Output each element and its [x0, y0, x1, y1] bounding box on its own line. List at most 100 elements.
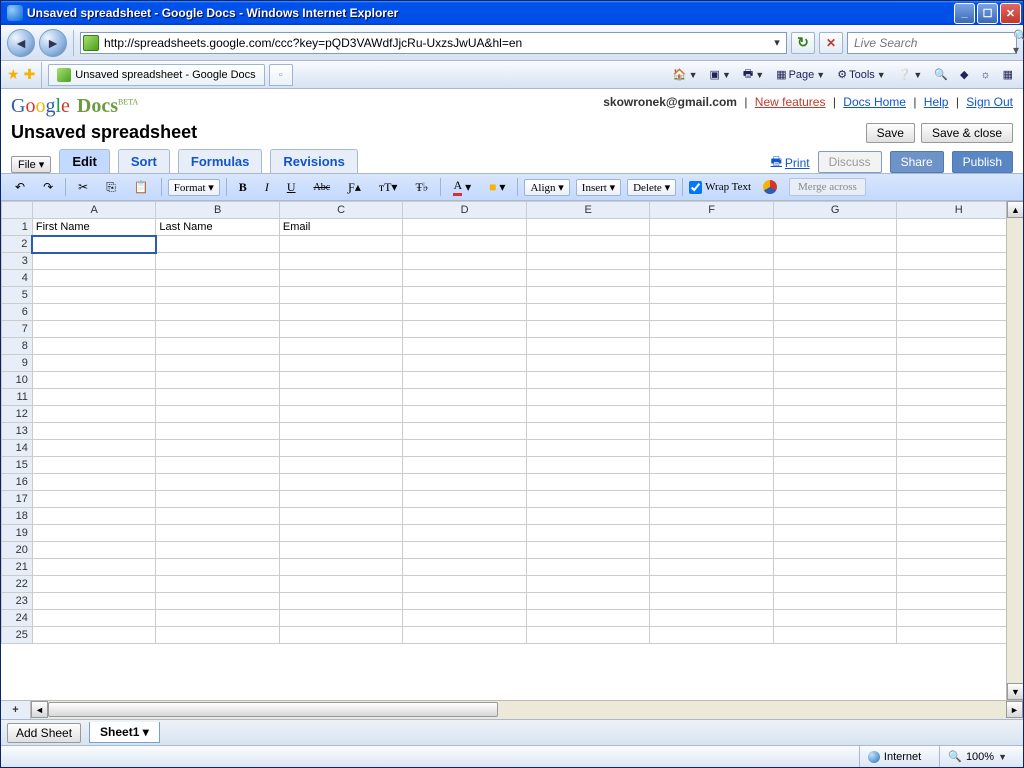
cell-G14[interactable]: [773, 440, 897, 457]
link-new-features[interactable]: New features: [755, 95, 826, 109]
cell-F16[interactable]: [650, 474, 774, 491]
cell-C15[interactable]: [279, 457, 403, 474]
page-menu[interactable]: ▦ Page▼: [772, 65, 829, 85]
search-icon[interactable]: 🔍▾: [1013, 29, 1024, 57]
cell-F3[interactable]: [650, 253, 774, 270]
cell-G4[interactable]: [773, 270, 897, 287]
cell-G6[interactable]: [773, 304, 897, 321]
col-header-D[interactable]: D: [403, 202, 527, 219]
row-header[interactable]: 3: [2, 253, 33, 270]
col-header-C[interactable]: C: [279, 202, 403, 219]
cell-E6[interactable]: [526, 304, 650, 321]
cell-B15[interactable]: [156, 457, 280, 474]
cell-E20[interactable]: [526, 542, 650, 559]
cell-B18[interactable]: [156, 508, 280, 525]
cell-B14[interactable]: [156, 440, 280, 457]
cell-H23[interactable]: [897, 593, 1021, 610]
cell-E5[interactable]: [526, 287, 650, 304]
cell-D16[interactable]: [403, 474, 527, 491]
cell-G1[interactable]: [773, 219, 897, 236]
address-bar[interactable]: ▾: [80, 32, 787, 54]
row-header[interactable]: 11: [2, 389, 33, 406]
cell-G25[interactable]: [773, 627, 897, 644]
cell-B12[interactable]: [156, 406, 280, 423]
cell-E15[interactable]: [526, 457, 650, 474]
cell-E8[interactable]: [526, 338, 650, 355]
cell-E19[interactable]: [526, 525, 650, 542]
row-header[interactable]: 13: [2, 423, 33, 440]
cell-D9[interactable]: [403, 355, 527, 372]
cell-B25[interactable]: [156, 627, 280, 644]
cell-A1[interactable]: First Name: [32, 219, 156, 236]
redo-button[interactable]: ↷: [37, 178, 59, 197]
cell-C25[interactable]: [279, 627, 403, 644]
cell-D3[interactable]: [403, 253, 527, 270]
cell-B19[interactable]: [156, 525, 280, 542]
row-header[interactable]: 1: [2, 219, 33, 236]
cell-H3[interactable]: [897, 253, 1021, 270]
ext4-icon[interactable]: ▦: [999, 65, 1017, 85]
cell-G22[interactable]: [773, 576, 897, 593]
cell-A19[interactable]: [32, 525, 156, 542]
row-header[interactable]: 17: [2, 491, 33, 508]
cell-A5[interactable]: [32, 287, 156, 304]
cell-D21[interactable]: [403, 559, 527, 576]
favorites-star-icon[interactable]: ★: [7, 66, 20, 83]
paste-button[interactable]: 📋: [128, 178, 155, 197]
col-header-F[interactable]: F: [650, 202, 774, 219]
col-header-G[interactable]: G: [773, 202, 897, 219]
cell-D1[interactable]: [403, 219, 527, 236]
cell-G13[interactable]: [773, 423, 897, 440]
new-tab-button[interactable]: ▫: [269, 64, 293, 86]
link-sign-out[interactable]: Sign Out: [966, 95, 1013, 109]
cell-F1[interactable]: [650, 219, 774, 236]
minimize-button[interactable]: _: [954, 3, 975, 24]
row-header[interactable]: 24: [2, 610, 33, 627]
file-menu[interactable]: File ▾: [11, 156, 51, 173]
cell-D5[interactable]: [403, 287, 527, 304]
add-favorites-icon[interactable]: ✚: [24, 66, 36, 83]
cell-D23[interactable]: [403, 593, 527, 610]
cell-G2[interactable]: [773, 236, 897, 253]
cell-H11[interactable]: [897, 389, 1021, 406]
cell-E7[interactable]: [526, 321, 650, 338]
cell-H17[interactable]: [897, 491, 1021, 508]
ext3-icon[interactable]: ☼: [977, 65, 995, 85]
cell-G9[interactable]: [773, 355, 897, 372]
tab-edit[interactable]: Edit: [59, 149, 110, 173]
cell-B24[interactable]: [156, 610, 280, 627]
cell-B4[interactable]: [156, 270, 280, 287]
grid-area[interactable]: ABCDEFGH1First NameLast NameEmail2345678…: [1, 201, 1023, 700]
cell-B7[interactable]: [156, 321, 280, 338]
cell-D10[interactable]: [403, 372, 527, 389]
cell-F12[interactable]: [650, 406, 774, 423]
cell-G5[interactable]: [773, 287, 897, 304]
cell-B20[interactable]: [156, 542, 280, 559]
cell-G17[interactable]: [773, 491, 897, 508]
row-header[interactable]: 15: [2, 457, 33, 474]
row-header[interactable]: 18: [2, 508, 33, 525]
security-zone[interactable]: Internet: [859, 746, 929, 767]
cell-B11[interactable]: [156, 389, 280, 406]
cell-B17[interactable]: [156, 491, 280, 508]
cell-A22[interactable]: [32, 576, 156, 593]
cell-D18[interactable]: [403, 508, 527, 525]
cell-F15[interactable]: [650, 457, 774, 474]
cell-C1[interactable]: Email: [279, 219, 403, 236]
wrap-text-toggle[interactable]: Wrap Text: [689, 181, 751, 194]
cell-B21[interactable]: [156, 559, 280, 576]
cell-B8[interactable]: [156, 338, 280, 355]
cell-E12[interactable]: [526, 406, 650, 423]
cell-D25[interactable]: [403, 627, 527, 644]
cell-D4[interactable]: [403, 270, 527, 287]
cell-H8[interactable]: [897, 338, 1021, 355]
cell-F5[interactable]: [650, 287, 774, 304]
chart-icon[interactable]: [757, 178, 783, 196]
cell-G8[interactable]: [773, 338, 897, 355]
cell-F6[interactable]: [650, 304, 774, 321]
cell-D15[interactable]: [403, 457, 527, 474]
cell-E9[interactable]: [526, 355, 650, 372]
cell-G12[interactable]: [773, 406, 897, 423]
row-header[interactable]: 19: [2, 525, 33, 542]
cell-C9[interactable]: [279, 355, 403, 372]
